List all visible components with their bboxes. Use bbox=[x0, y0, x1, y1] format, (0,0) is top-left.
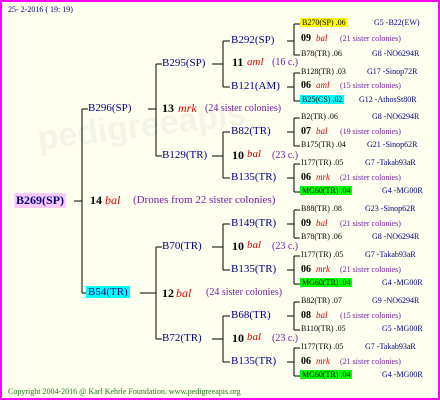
leaf-right: G7 -Takab93aR bbox=[365, 250, 416, 259]
level3-node[interactable]: B68(TR) bbox=[231, 309, 271, 321]
leaf-code: 06 bbox=[301, 172, 311, 183]
leaf-left[interactable]: B175(TR) .04 bbox=[301, 140, 346, 149]
sire-dam-note: (23 c.) bbox=[272, 241, 299, 252]
leaf-code: 08 bbox=[301, 310, 311, 321]
leaf-left[interactable]: I177(TR) .05 bbox=[301, 342, 343, 351]
leaf-race: bal bbox=[316, 310, 328, 320]
leaf-race: bal bbox=[316, 33, 328, 43]
sire-node-label[interactable]: B54(TR) bbox=[86, 286, 130, 298]
leaf-right: G23 -Sinop62R bbox=[365, 204, 416, 213]
level3-node[interactable]: B135(TR) bbox=[231, 263, 276, 275]
sire-dam-race: bal bbox=[247, 239, 262, 251]
leaf-right: G4 -MG00R bbox=[382, 278, 423, 287]
date-stamp: 25- 2-2016 ( 19: 19) bbox=[8, 5, 73, 14]
dam-sire-code: 11 bbox=[232, 55, 244, 69]
root-code: 14 bbox=[90, 193, 102, 207]
leaf-left[interactable]: B88(TR) .08 bbox=[301, 204, 342, 213]
leaf-code: 09 bbox=[301, 218, 311, 229]
leaf-code: 06 bbox=[301, 264, 311, 275]
leaf-left[interactable]: B2(TR) .06 bbox=[301, 112, 338, 121]
copyright-footer: Copyright 2004-2016 @ Karl Kehrle Founda… bbox=[8, 387, 241, 396]
dam-sire-race: aml bbox=[247, 56, 264, 68]
leaf-race: bal bbox=[316, 126, 328, 136]
leaf-right: G8 -NO6294R bbox=[372, 49, 420, 58]
leaf-right: G9 -NO6294R bbox=[372, 296, 420, 305]
root-node-label[interactable]: B269(SP) bbox=[14, 193, 66, 208]
leaf-left[interactable]: B78(TR) .06 bbox=[301, 232, 342, 241]
level3-node[interactable]: B149(TR) bbox=[231, 217, 276, 229]
leaf-left[interactable]: B110(TR) .05 bbox=[301, 324, 346, 333]
leaf-left[interactable]: MG60(TR) .04 bbox=[300, 370, 353, 379]
leaf-code: 07 bbox=[301, 126, 311, 137]
sire-sire-note: (23 c.) bbox=[272, 333, 299, 344]
leaf-right: G5 -B22(EW) bbox=[374, 18, 420, 27]
leaf-left[interactable]: B128(TR) .03 bbox=[301, 67, 346, 76]
sire-dam-code: 10 bbox=[232, 239, 244, 253]
leaf-right: G4 -MG00R bbox=[382, 370, 423, 379]
dam-race: mrk bbox=[178, 101, 197, 115]
leaf-left[interactable]: MG60(TR) .04 bbox=[300, 186, 353, 195]
leaf-race: mrk bbox=[316, 356, 330, 366]
level3-node[interactable]: B135(TR) bbox=[231, 355, 276, 367]
dam-note: (24 sister colonies) bbox=[205, 103, 282, 114]
sire-dam-label[interactable]: B70(TR) bbox=[162, 240, 202, 252]
leaf-race: bal bbox=[316, 218, 328, 228]
sire-race: bal bbox=[176, 286, 192, 300]
leaf-right: G8 -NO6294R bbox=[372, 232, 420, 241]
leaf-right: G4 -MG00R bbox=[382, 186, 423, 195]
leaf-code: 06 bbox=[301, 356, 311, 367]
leaf-left[interactable]: MG60(TR) .04 bbox=[300, 278, 353, 287]
leaf-note: (21 sister colonies) bbox=[340, 173, 401, 182]
leaf-note: (21 sister colonies) bbox=[340, 357, 401, 366]
dam-sire-note: (16 c.) bbox=[272, 57, 299, 68]
leaf-race: mrk bbox=[316, 264, 330, 274]
leaf-right: G7 -Takab93aR bbox=[365, 342, 416, 351]
sire-sire-label[interactable]: B72(TR) bbox=[162, 332, 202, 344]
root-race: bal bbox=[105, 193, 121, 207]
leaf-code: 06 bbox=[301, 80, 311, 91]
dam-dam-note: (23 c.) bbox=[272, 150, 299, 161]
dam-code: 13 bbox=[162, 101, 174, 115]
dam-dam-label[interactable]: B129(TR) bbox=[162, 149, 207, 161]
leaf-note: (15 sister colonies) bbox=[340, 81, 401, 90]
leaf-race: mrk bbox=[316, 172, 330, 182]
pedigree-frame: pedigreeapis 25- 2-2016 ( 19: 19) B269(S… bbox=[0, 0, 440, 400]
leaf-note: (21 sister colonies) bbox=[340, 219, 401, 228]
leaf-left[interactable]: I177(TR) .05 bbox=[301, 158, 343, 167]
leaf-left[interactable]: B82(TR) .07 bbox=[301, 296, 342, 305]
dam-sire-label[interactable]: B295(SP) bbox=[162, 57, 205, 69]
level3-node[interactable]: B82(TR) bbox=[231, 125, 271, 137]
leaf-race: aml bbox=[316, 80, 330, 90]
leaf-note: (15 sister colonies) bbox=[340, 311, 401, 320]
level3-node[interactable]: B121(AM) bbox=[231, 80, 280, 92]
dam-node-label[interactable]: B296(SP) bbox=[88, 102, 131, 114]
leaf-left[interactable]: B270(SP) .06 bbox=[300, 18, 348, 27]
leaf-right: G5 -MG00R bbox=[382, 324, 423, 333]
sire-note: (24 sister colonies) bbox=[206, 287, 283, 298]
leaf-right: G7 -Takab93aR bbox=[365, 158, 416, 167]
sire-sire-race: bal bbox=[247, 331, 262, 343]
leaf-note: (19 sister colonies) bbox=[340, 127, 401, 136]
leaf-note: (21 sister colonies) bbox=[340, 265, 401, 274]
leaf-left[interactable]: B78(TR) .06 bbox=[301, 49, 342, 58]
leaf-right: G8 -NO6294R bbox=[372, 112, 420, 121]
leaf-right: G17 -Sinop72R bbox=[367, 67, 418, 76]
leaf-left[interactable]: B25(CS) .02 bbox=[300, 95, 345, 104]
sire-sire-code: 10 bbox=[232, 331, 244, 345]
root-note: (Drones from 22 sister colonies) bbox=[133, 194, 276, 206]
leaf-left[interactable]: I177(TR) .05 bbox=[301, 250, 343, 259]
dam-dam-race: bal bbox=[247, 148, 262, 160]
level3-node[interactable]: B135(TR) bbox=[231, 171, 276, 183]
leaf-right: G12 -AthosSt80R bbox=[359, 95, 417, 104]
leaf-code: 09 bbox=[301, 33, 311, 44]
leaf-right: G21 -Sinop62R bbox=[367, 140, 418, 149]
dam-dam-code: 10 bbox=[232, 148, 244, 162]
level3-node[interactable]: B292(SP) bbox=[231, 34, 274, 46]
leaf-note: (21 sister colonies) bbox=[340, 34, 401, 43]
sire-code: 12 bbox=[162, 286, 174, 300]
